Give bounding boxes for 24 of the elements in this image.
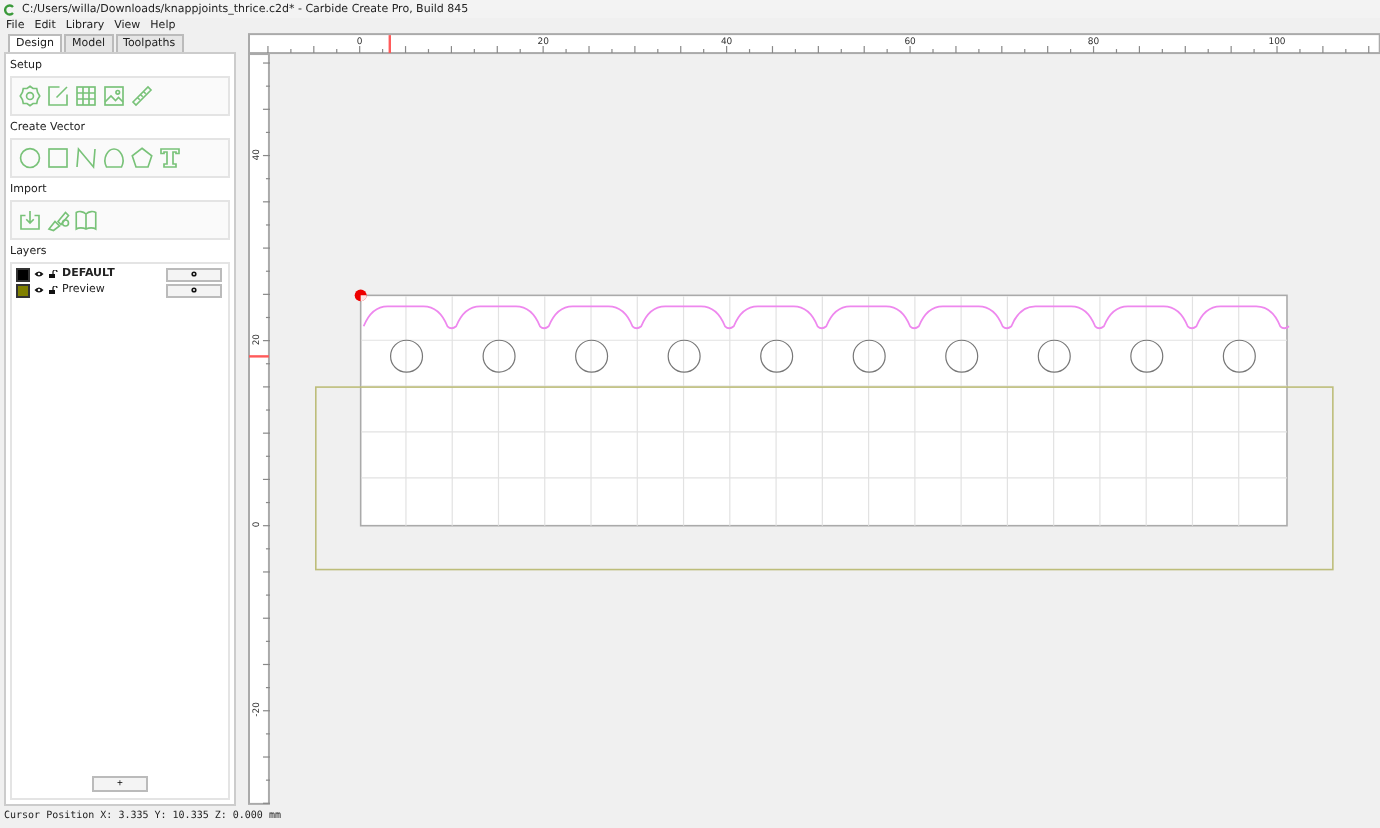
import-icon[interactable] bbox=[18, 208, 42, 232]
curve-icon[interactable] bbox=[102, 146, 126, 170]
eye-icon[interactable] bbox=[34, 286, 44, 294]
layer-color-swatch[interactable] bbox=[16, 267, 30, 281]
edit-icon[interactable] bbox=[46, 84, 70, 108]
app-icon bbox=[4, 3, 16, 15]
circle-icon[interactable] bbox=[18, 146, 42, 170]
layer-color-swatch[interactable] bbox=[16, 283, 30, 297]
grid-icon[interactable] bbox=[74, 84, 98, 108]
shapes-icon[interactable] bbox=[46, 208, 70, 232]
text-icon[interactable] bbox=[158, 146, 182, 170]
layer-settings-button[interactable] bbox=[166, 283, 222, 297]
polyline-icon[interactable] bbox=[74, 146, 98, 170]
pentagon-icon[interactable] bbox=[130, 146, 154, 170]
book-icon[interactable] bbox=[74, 208, 98, 232]
gear-icon[interactable] bbox=[18, 84, 42, 108]
eye-icon[interactable] bbox=[34, 270, 44, 278]
layer-settings-button[interactable] bbox=[166, 267, 222, 281]
origin-marker-icon bbox=[353, 289, 366, 302]
image-icon[interactable] bbox=[102, 84, 126, 108]
ruler-icon[interactable] bbox=[130, 84, 154, 108]
rectangle-icon[interactable] bbox=[46, 146, 70, 170]
lock-icon[interactable] bbox=[48, 270, 58, 278]
lock-icon[interactable] bbox=[48, 286, 58, 294]
